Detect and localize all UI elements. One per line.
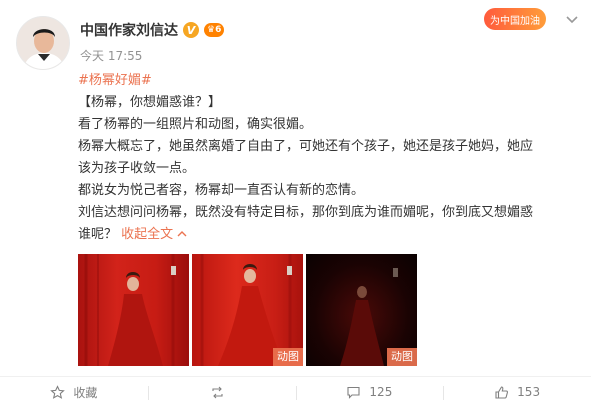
crown-icon: ♛ <box>207 24 216 35</box>
level-number: 6 <box>215 24 222 35</box>
post-line: 杨幂大概忘了，她虽然离婚了自由了，可她还有个孩子，她还是孩子她妈，她应 <box>78 139 534 154</box>
action-bar: 收藏 125 153 <box>0 376 591 407</box>
post-timestamp[interactable]: 今天 17:55 <box>80 47 142 64</box>
author-avatar[interactable] <box>16 16 70 70</box>
repost-icon <box>210 385 225 400</box>
comment-button[interactable]: 125 <box>295 377 444 407</box>
chevron-down-icon[interactable] <box>564 12 580 28</box>
post-line: 看了杨幂的一组照片和动图，确实很媚。 <box>78 117 313 132</box>
comment-count: 125 <box>369 385 393 399</box>
post-line: 谁呢？ <box>78 227 118 242</box>
verified-icon: V <box>183 22 199 38</box>
post-line: 刘信达想问问杨幂，既然没有特定目标，那你到底为谁而媚呢，你到底又想媚惑 <box>78 205 534 220</box>
gif-badge: 动图 <box>273 348 303 366</box>
like-button[interactable]: 153 <box>443 377 591 407</box>
comment-icon <box>346 385 361 400</box>
thumbs-up-icon <box>494 385 509 400</box>
level-badge: ♛ 6 <box>204 23 225 37</box>
weibo-post-card: 中国作家刘信达 V ♛ 6 今天 17:55 为中国加油 #杨幂好媚# 【杨幂，你… <box>0 0 591 407</box>
post-line: 该为孩子收敛一点。 <box>78 161 196 176</box>
author-name[interactable]: 中国作家刘信达 <box>80 20 178 40</box>
repost-button[interactable] <box>147 377 296 407</box>
collapse-label: 收起全文 <box>121 227 174 242</box>
post-line: 【杨幂，你想媚惑谁？】 <box>78 95 222 110</box>
author-row: 中国作家刘信达 V ♛ 6 <box>80 20 225 40</box>
post-content: #杨幂好媚# 【杨幂，你想媚惑谁？】 看了杨幂的一组照片和动图，确实很媚。 杨幂… <box>78 70 578 246</box>
star-icon <box>50 384 66 400</box>
promo-badge[interactable]: 为中国加油 <box>484 8 546 30</box>
favorite-button[interactable]: 收藏 <box>0 377 148 407</box>
chevron-up-icon <box>177 227 187 242</box>
post-image-2[interactable]: 动图 <box>192 254 303 366</box>
like-count: 153 <box>517 385 541 399</box>
collapse-link[interactable]: 收起全文 <box>121 227 187 242</box>
post-image-3[interactable]: 动图 <box>306 254 417 366</box>
post-image-1[interactable] <box>78 254 189 366</box>
gif-badge: 动图 <box>387 348 417 366</box>
favorite-label: 收藏 <box>73 385 98 400</box>
post-line: 都说女为悦己者容，杨幂却一直否认有新的恋情。 <box>78 183 365 198</box>
hashtag-link[interactable]: #杨幂好媚# <box>78 73 152 88</box>
